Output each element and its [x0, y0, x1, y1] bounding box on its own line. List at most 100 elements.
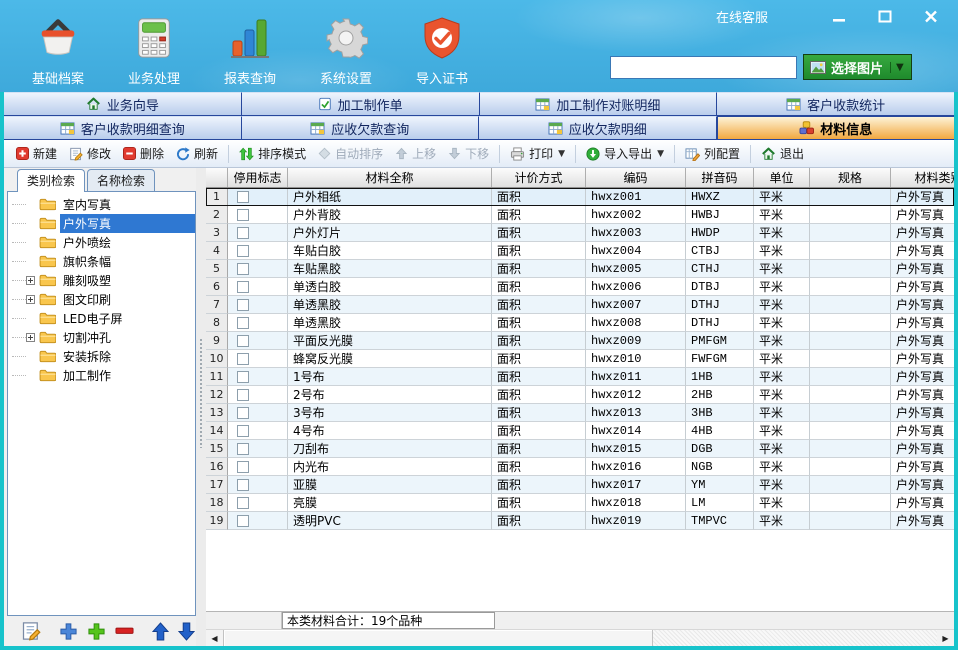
add-peer-button[interactable]: [59, 622, 78, 641]
table-row[interactable]: 17 亚膜 面积 hwxz017 YM 平米 户外写真: [206, 476, 954, 494]
close-button[interactable]: [920, 9, 942, 25]
table-row[interactable]: 18 亮膜 面积 hwxz018 LM 平米 户外写真: [206, 494, 954, 512]
table-row[interactable]: 8 单透黑胶 面积 hwxz008 DTHJ 平米 户外写真: [206, 314, 954, 332]
tree-item-label[interactable]: 旗帜条幅: [60, 252, 195, 271]
maximize-button[interactable]: [874, 9, 896, 25]
chevron-down-icon[interactable]: ▼: [657, 149, 664, 159]
toolbar-button-column-config[interactable]: 列配置: [679, 142, 746, 165]
disabled-flag-checkbox[interactable]: [237, 407, 249, 419]
chevron-down-icon[interactable]: ▼: [890, 62, 907, 73]
toolbar-button-new[interactable]: 新建: [10, 142, 63, 165]
table-row[interactable]: 6 单透白胶 面积 hwxz006 DTBJ 平米 户外写真: [206, 278, 954, 296]
toolbar-button-refresh[interactable]: 刷新: [170, 142, 224, 165]
tree-item[interactable]: 安装拆除: [12, 347, 195, 366]
tab-work-reconcile-detail[interactable]: 加工制作对账明细: [480, 92, 718, 115]
tree-item-label[interactable]: 安装拆除: [60, 347, 195, 366]
expand-plus-icon[interactable]: [26, 333, 35, 342]
table-row[interactable]: 5 车贴黑胶 面积 hwxz005 CTHJ 平米 户外写真: [206, 260, 954, 278]
grid-header-cell[interactable]: 计价方式: [492, 168, 586, 187]
table-row[interactable]: 11 1号布 面积 hwxz011 1HB 平米 户外写真: [206, 368, 954, 386]
tree-item-label[interactable]: LED电子屏: [60, 309, 195, 328]
grid-header-cell[interactable]: [206, 168, 228, 187]
sidebar-tab-name-search[interactable]: 名称检索: [87, 169, 155, 191]
nav-business-process[interactable]: 业务处理: [112, 8, 196, 86]
tab-receivable-query[interactable]: 应收欠款查询: [242, 116, 480, 139]
tree-item[interactable]: 加工制作: [12, 366, 195, 385]
grid-header-cell[interactable]: 材料类别: [891, 168, 954, 187]
scroll-right-button[interactable]: ▶: [937, 630, 954, 646]
table-row[interactable]: 10 蜂窝反光膜 面积 hwxz010 FWFGM 平米 户外写真: [206, 350, 954, 368]
disabled-flag-checkbox[interactable]: [237, 281, 249, 293]
expand-plus-icon[interactable]: [26, 295, 35, 304]
image-search-input[interactable]: [610, 56, 797, 79]
tree-item-label[interactable]: 切割冲孔: [60, 328, 195, 347]
table-row[interactable]: 4 车贴白胶 面积 hwxz004 CTBJ 平米 户外写真: [206, 242, 954, 260]
move-item-down-button[interactable]: [178, 622, 195, 641]
tab-work-order[interactable]: 加工制作单: [242, 92, 480, 115]
nav-basic-archives[interactable]: 基础档案: [16, 8, 100, 86]
disabled-flag-checkbox[interactable]: [237, 299, 249, 311]
disabled-flag-checkbox[interactable]: [237, 515, 249, 527]
table-row[interactable]: 3 户外灯片 面积 hwxz003 HWDP 平米 户外写真: [206, 224, 954, 242]
grid-header-cell[interactable]: 停用标志: [228, 168, 288, 187]
disabled-flag-checkbox[interactable]: [237, 227, 249, 239]
online-service-link[interactable]: 在线客服: [716, 7, 768, 26]
disabled-flag-checkbox[interactable]: [237, 443, 249, 455]
table-row[interactable]: 12 2号布 面积 hwxz012 2HB 平米 户外写真: [206, 386, 954, 404]
disabled-flag-checkbox[interactable]: [237, 353, 249, 365]
table-row[interactable]: 2 户外背胶 面积 hwxz002 HWBJ 平米 户外写真: [206, 206, 954, 224]
splitter-handle[interactable]: [196, 168, 206, 646]
tree-item[interactable]: LED电子屏: [12, 309, 195, 328]
sidebar-tab-category-search[interactable]: 类别检索: [17, 169, 85, 192]
tree-item-label[interactable]: 户外写真: [60, 214, 195, 233]
disabled-flag-checkbox[interactable]: [237, 209, 249, 221]
toolbar-button-modify[interactable]: 修改: [63, 142, 117, 165]
minimize-button[interactable]: [828, 9, 850, 25]
tree-item-label[interactable]: 加工制作: [60, 366, 195, 385]
toolbar-button-import-export[interactable]: 导入导出 ▼: [580, 142, 670, 165]
disabled-flag-checkbox[interactable]: [237, 371, 249, 383]
tree-item-label[interactable]: 雕刻吸塑: [60, 271, 195, 290]
tree-item[interactable]: 户外喷绘: [12, 233, 195, 252]
edit-category-button[interactable]: [21, 621, 41, 641]
tab-customer-receipt-stats[interactable]: 客户收款统计: [717, 92, 954, 115]
nav-report-query[interactable]: 报表查询: [208, 8, 292, 86]
disabled-flag-checkbox[interactable]: [237, 245, 249, 257]
tab-customer-receipt-detail-query[interactable]: 客户收款明细查询: [4, 116, 242, 139]
disabled-flag-checkbox[interactable]: [237, 389, 249, 401]
disabled-flag-checkbox[interactable]: [237, 263, 249, 275]
add-child-button[interactable]: [87, 622, 106, 641]
disabled-flag-checkbox[interactable]: [237, 335, 249, 347]
table-row[interactable]: 15 刀刮布 面积 hwxz015 DGB 平米 户外写真: [206, 440, 954, 458]
scroll-left-button[interactable]: ◀: [206, 630, 223, 646]
table-row[interactable]: 19 透明PVC 面积 hwxz019 TMPVC 平米 户外写真: [206, 512, 954, 530]
toolbar-button-sort-mode[interactable]: 排序模式: [233, 142, 312, 165]
disabled-flag-checkbox[interactable]: [237, 479, 249, 491]
table-row[interactable]: 9 平面反光膜 面积 hwxz009 PMFGM 平米 户外写真: [206, 332, 954, 350]
tree-item[interactable]: 雕刻吸塑: [12, 271, 195, 290]
disabled-flag-checkbox[interactable]: [237, 317, 249, 329]
scrollbar-track[interactable]: [653, 630, 937, 646]
grid-header-cell[interactable]: 单位: [754, 168, 810, 187]
select-image-button[interactable]: 选择图片 ▼: [803, 54, 912, 80]
toolbar-button-delete[interactable]: 删除: [117, 142, 170, 165]
move-item-up-button[interactable]: [152, 622, 169, 641]
tree-item[interactable]: 户外写真: [12, 214, 195, 233]
grid-header-cell[interactable]: 编码: [586, 168, 686, 187]
disabled-flag-checkbox[interactable]: [237, 191, 249, 203]
toolbar-button-print[interactable]: 打印 ▼: [504, 142, 571, 165]
tree-item[interactable]: 旗帜条幅: [12, 252, 195, 271]
tree-item[interactable]: 室内写真: [12, 195, 195, 214]
table-row[interactable]: 16 内光布 面积 hwxz016 NGB 平米 户外写真: [206, 458, 954, 476]
tab-business-wizard[interactable]: 业务向导: [4, 92, 242, 115]
table-row[interactable]: 14 4号布 面积 hwxz014 4HB 平米 户外写真: [206, 422, 954, 440]
tree-item[interactable]: 切割冲孔: [12, 328, 195, 347]
grid-header-cell[interactable]: 规格: [810, 168, 891, 187]
toolbar-button-exit[interactable]: 退出: [755, 142, 810, 165]
tree-item-label[interactable]: 图文印刷: [60, 290, 195, 309]
scrollbar-thumb[interactable]: [223, 630, 653, 646]
nav-system-settings[interactable]: 系统设置: [304, 8, 388, 86]
table-row[interactable]: 13 3号布 面积 hwxz013 3HB 平米 户外写真: [206, 404, 954, 422]
table-row[interactable]: 7 单透黑胶 面积 hwxz007 DTHJ 平米 户外写真: [206, 296, 954, 314]
remove-button[interactable]: [115, 627, 134, 635]
